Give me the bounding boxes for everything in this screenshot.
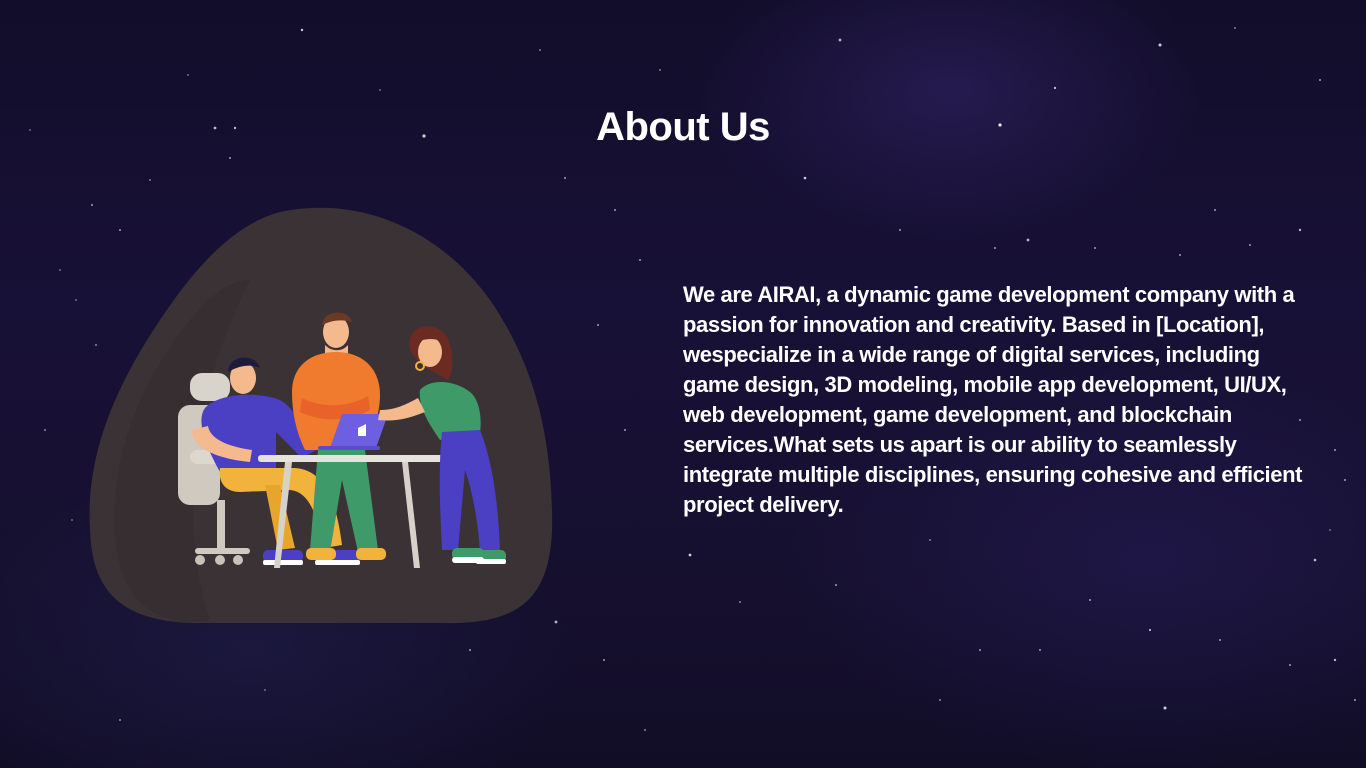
team-collaboration-illustration: [89, 207, 553, 624]
page-title: About Us: [596, 105, 770, 149]
about-description: We are AIRAI, a dynamic game development…: [683, 282, 1303, 517]
